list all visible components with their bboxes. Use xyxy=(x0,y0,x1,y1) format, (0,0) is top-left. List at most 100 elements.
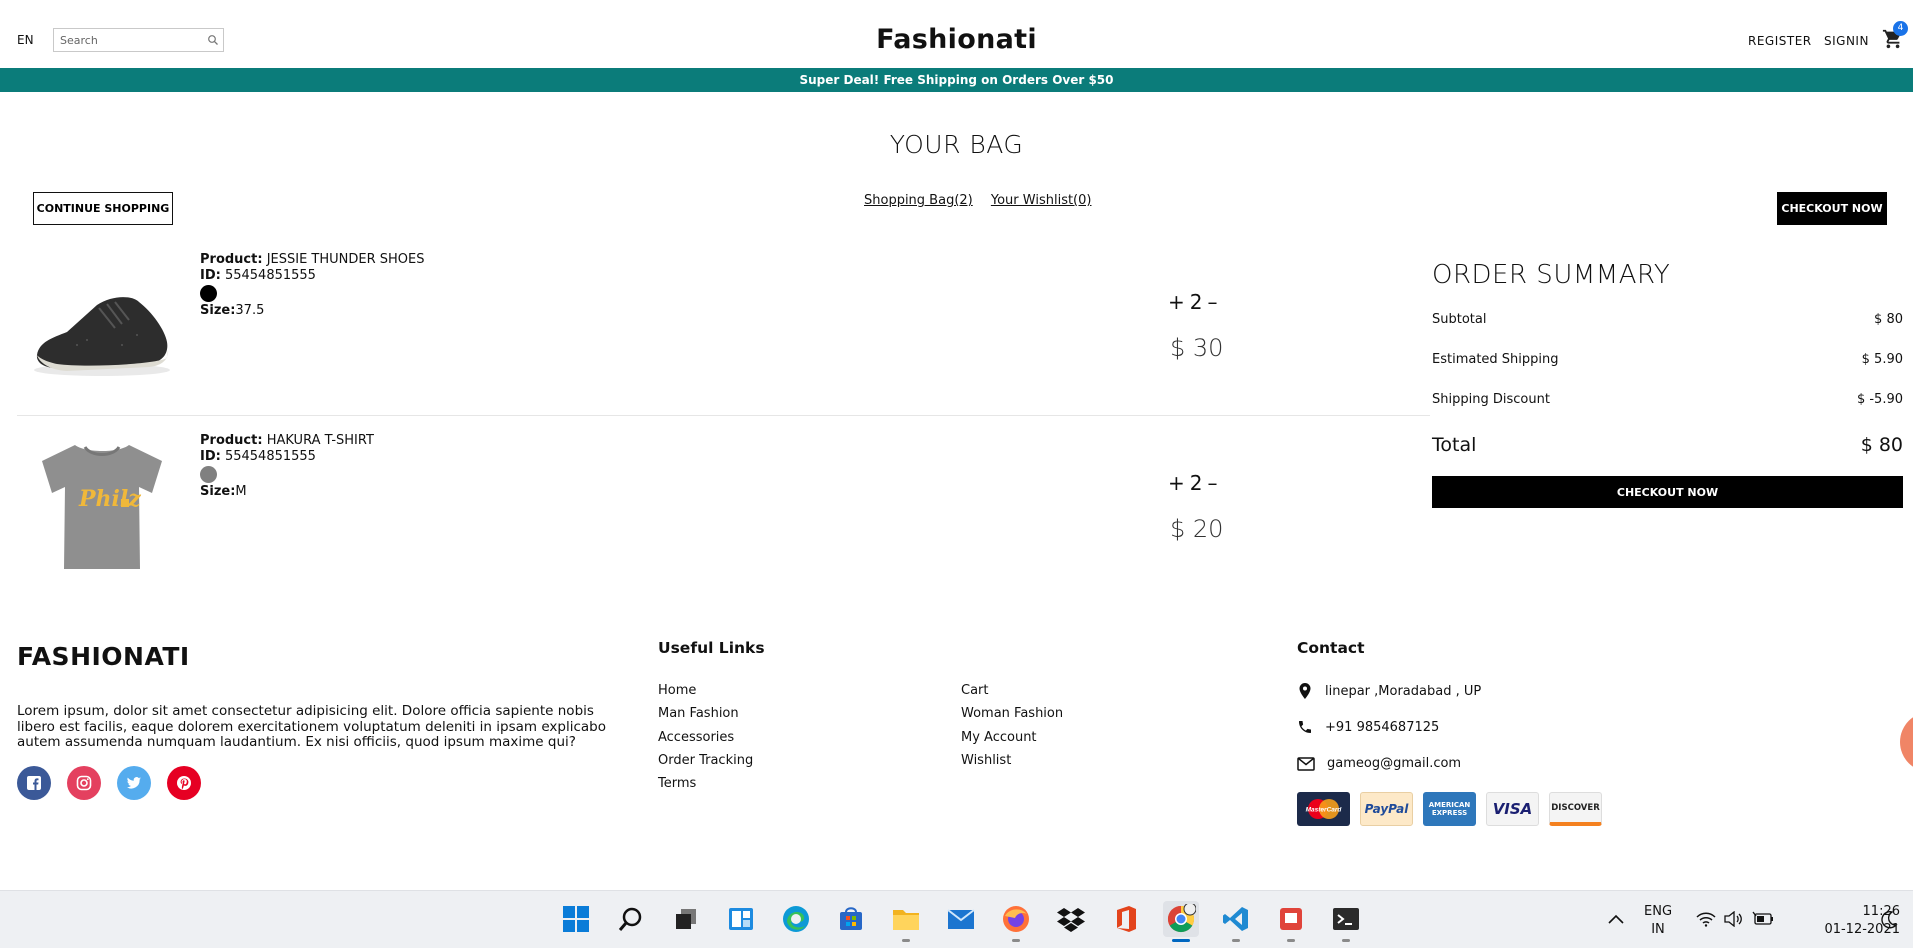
widgets-icon[interactable] xyxy=(723,901,759,937)
task-view-icon[interactable] xyxy=(668,901,704,937)
tshirt-product-image[interactable]: Philz xyxy=(27,431,177,581)
navbar: EN Fashionati REGISTER SIGNIN 4 xyxy=(0,0,1913,68)
summary-title: ORDER SUMMARY xyxy=(1432,260,1671,290)
microsoft-store-icon[interactable] xyxy=(833,901,869,937)
vscode-icon[interactable] xyxy=(1218,901,1254,942)
bag-tabs: Shopping Bag(2) Your Wishlist(0) xyxy=(864,193,1105,208)
tab-wishlist[interactable]: Your Wishlist(0) xyxy=(991,193,1092,208)
product-label: Product: xyxy=(200,433,263,448)
screen-recorder-icon[interactable] xyxy=(1273,901,1309,942)
continue-shopping-button[interactable]: CONTINUE SHOPPING xyxy=(33,192,173,225)
edge-browser-icon[interactable] xyxy=(778,901,814,937)
useful-links-col2: Cart Woman Fashion My Account Wishlist xyxy=(961,679,1063,772)
start-icon[interactable] xyxy=(558,901,594,937)
dropbox-icon[interactable] xyxy=(1053,901,1089,937)
product-info: Product: HAKURA T-SHIRT ID: 55454851555 … xyxy=(200,433,374,500)
order-summary: ORDER SUMMARY Subtotal $ 80 Estimated Sh… xyxy=(1432,260,1903,508)
shipping-label: Estimated Shipping xyxy=(1432,352,1559,367)
footer-link-accessories[interactable]: Accessories xyxy=(658,726,753,749)
search-icon[interactable] xyxy=(613,901,649,937)
footer-link-cart[interactable]: Cart xyxy=(961,679,1063,702)
mastercard-text: MasterCard xyxy=(1306,807,1343,814)
running-indicator xyxy=(1287,939,1295,942)
increase-quantity-button[interactable]: + xyxy=(1168,471,1190,495)
product-price: $ 30 xyxy=(1170,334,1224,362)
total-row: Total $ 80 xyxy=(1432,434,1903,476)
footer-link-my-account[interactable]: My Account xyxy=(961,726,1063,749)
color-swatch xyxy=(200,285,217,302)
id-label: ID: xyxy=(200,268,221,283)
wifi-icon[interactable] xyxy=(1696,911,1716,927)
footer-link-order-tracking[interactable]: Order Tracking xyxy=(658,749,753,772)
announcement-bar: Super Deal! Free Shipping on Orders Over… xyxy=(0,68,1913,92)
cart-count-badge: 4 xyxy=(1893,21,1908,36)
footer-link-woman-fashion[interactable]: Woman Fashion xyxy=(961,702,1063,725)
mail-icon xyxy=(1297,756,1315,771)
visa-logo: VISA xyxy=(1486,792,1539,826)
subtotal-value: $ 80 xyxy=(1874,312,1903,327)
email-text: gameog@gmail.com xyxy=(1327,756,1462,771)
footer: FASHIONATI Lorem ipsum, dolor sit amet c… xyxy=(0,630,1913,890)
footer-about: Lorem ipsum, dolor sit amet consectetur … xyxy=(17,703,606,750)
phone-text: +91 9854687125 xyxy=(1325,719,1440,735)
product-size: M xyxy=(235,484,247,499)
office-icon[interactable] xyxy=(1108,901,1144,937)
file-explorer-icon[interactable] xyxy=(888,901,924,942)
chevron-up-icon[interactable] xyxy=(1607,913,1625,925)
signin-link[interactable]: SIGNIN xyxy=(1824,34,1869,48)
facebook-icon[interactable] xyxy=(17,766,51,800)
focus-assist-moon-icon[interactable] xyxy=(1880,910,1898,930)
terminal-icon[interactable] xyxy=(1328,901,1364,942)
keyboard-language[interactable]: ENG IN xyxy=(1644,903,1672,939)
page-title: YOUR BAG xyxy=(889,130,1024,159)
decrease-quantity-button[interactable]: – xyxy=(1208,290,1223,314)
instagram-icon[interactable] xyxy=(67,766,101,800)
product-id: 55454851555 xyxy=(224,449,316,464)
decrease-quantity-button[interactable]: – xyxy=(1208,471,1223,495)
discover-logo: DISCOVER xyxy=(1549,792,1602,826)
footer-link-wishlist[interactable]: Wishlist xyxy=(961,749,1063,772)
shirt-print: Philz xyxy=(78,486,141,512)
mail-app-icon[interactable] xyxy=(943,901,979,937)
footer-link-terms[interactable]: Terms xyxy=(658,772,753,795)
footer-link-home[interactable]: Home xyxy=(658,679,753,702)
social-links xyxy=(17,766,201,800)
item-divider xyxy=(17,415,1430,416)
shipping-value: $ 5.90 xyxy=(1861,352,1903,367)
site-logo[interactable]: Fashionati xyxy=(0,24,1913,55)
volume-icon[interactable] xyxy=(1723,911,1743,927)
taskbar-apps xyxy=(558,901,1364,942)
firefox-icon[interactable] xyxy=(998,901,1034,942)
contact-phone: +91 9854687125 xyxy=(1297,719,1439,735)
product-info: Product: JESSIE THUNDER SHOES ID: 554548… xyxy=(200,252,425,319)
quantity-value: 2 xyxy=(1189,471,1208,495)
active-indicator xyxy=(1172,939,1190,942)
contact-email: gameog@gmail.com xyxy=(1297,756,1461,771)
language-code: ENG xyxy=(1644,904,1673,919)
tab-shopping-bag[interactable]: Shopping Bag(2) xyxy=(864,193,973,208)
useful-links-col1: Home Man Fashion Accessories Order Track… xyxy=(658,679,753,795)
subtotal-label: Subtotal xyxy=(1432,312,1487,327)
product-price: $ 20 xyxy=(1170,515,1224,543)
quantity-stepper: +2– xyxy=(1168,290,1223,314)
battery-icon[interactable] xyxy=(1752,911,1774,927)
footer-link-man-fashion[interactable]: Man Fashion xyxy=(658,702,753,725)
increase-quantity-button[interactable]: + xyxy=(1168,290,1190,314)
color-swatch xyxy=(200,466,217,483)
discount-value: $ -5.90 xyxy=(1856,392,1903,407)
discount-row: Shipping Discount $ -5.90 xyxy=(1432,392,1903,432)
size-label: Size: xyxy=(200,303,236,318)
product-label: Product: xyxy=(200,252,263,267)
discount-label: Shipping Discount xyxy=(1432,392,1550,407)
checkout-now-button[interactable]: CHECKOUT NOW xyxy=(1432,476,1903,508)
shoe-product-image[interactable] xyxy=(27,250,177,400)
register-link[interactable]: REGISTER xyxy=(1748,34,1812,48)
twitter-icon[interactable] xyxy=(117,766,151,800)
checkout-now-top-button[interactable]: CHECKOUT NOW xyxy=(1777,192,1887,225)
payment-methods: MasterCard PayPal AMERICAN EXPRESS VISA … xyxy=(1297,792,1602,826)
pinterest-icon[interactable] xyxy=(167,766,201,800)
contact-title: Contact xyxy=(1297,639,1365,657)
mastercard-logo: MasterCard xyxy=(1297,792,1350,826)
chrome-icon[interactable] xyxy=(1163,901,1199,942)
product-name: HAKURA T-SHIRT xyxy=(266,433,374,448)
